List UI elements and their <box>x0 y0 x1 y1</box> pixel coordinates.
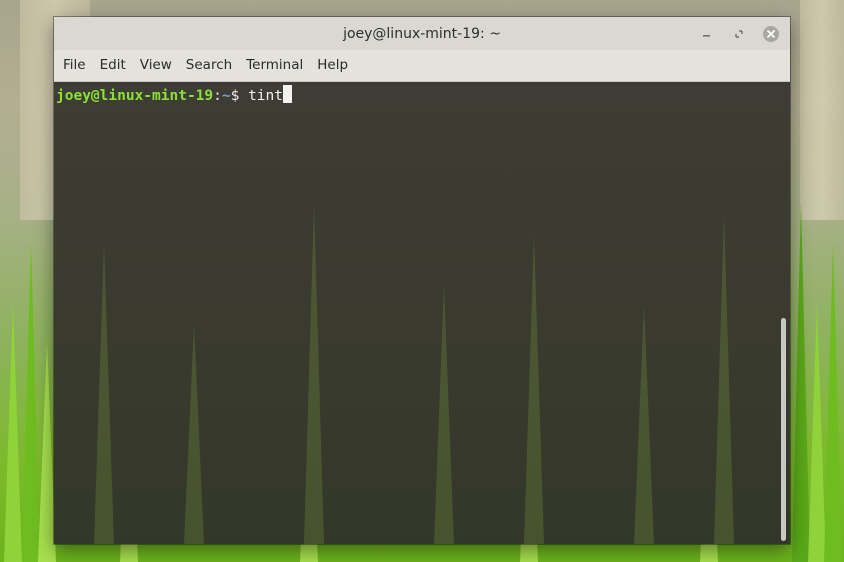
window-title: joey@linux-mint-19: ~ <box>343 25 501 42</box>
terminal-area[interactable]: joey@linux-mint-19:~$ tint <box>54 82 790 544</box>
scrollbar-thumb[interactable] <box>781 318 786 541</box>
terminal-background-grass <box>714 214 734 544</box>
terminal-background-grass <box>524 234 544 544</box>
prompt-symbol: $ <box>230 88 249 104</box>
prompt-path: ~ <box>221 88 231 104</box>
close-icon[interactable] <box>762 25 780 43</box>
grass-blade <box>824 242 842 562</box>
menu-bar: File Edit View Search Terminal Help <box>54 50 790 82</box>
menu-search[interactable]: Search <box>181 50 241 81</box>
prompt-colon: : <box>213 88 222 104</box>
menu-help[interactable]: Help <box>312 50 357 81</box>
text-cursor <box>283 85 292 103</box>
prompt-user-host: joey@linux-mint-19 <box>56 88 214 104</box>
terminal-background-grass <box>634 304 654 544</box>
menu-terminal[interactable]: Terminal <box>241 50 312 81</box>
menu-file[interactable]: File <box>58 50 95 81</box>
maximize-icon[interactable] <box>730 25 748 43</box>
terminal-background-grass <box>94 244 114 544</box>
terminal-window[interactable]: joey@linux-mint-19: ~ File Edit View Sea… <box>54 17 790 544</box>
menu-edit[interactable]: Edit <box>95 50 135 81</box>
window-controls <box>698 17 780 50</box>
wallpaper-trunk <box>800 0 844 220</box>
grass-blade <box>4 302 22 562</box>
terminal-background-grass <box>304 204 324 544</box>
command-input[interactable]: tint <box>248 88 283 104</box>
window-titlebar[interactable]: joey@linux-mint-19: ~ <box>54 17 790 50</box>
minimize-icon[interactable] <box>698 25 716 43</box>
terminal-background-grass <box>434 284 454 544</box>
terminal-background-grass <box>184 324 204 544</box>
prompt-line: joey@linux-mint-19:~$ tint <box>56 85 292 106</box>
terminal-scrollbar[interactable] <box>780 82 786 544</box>
menu-view[interactable]: View <box>135 50 181 81</box>
